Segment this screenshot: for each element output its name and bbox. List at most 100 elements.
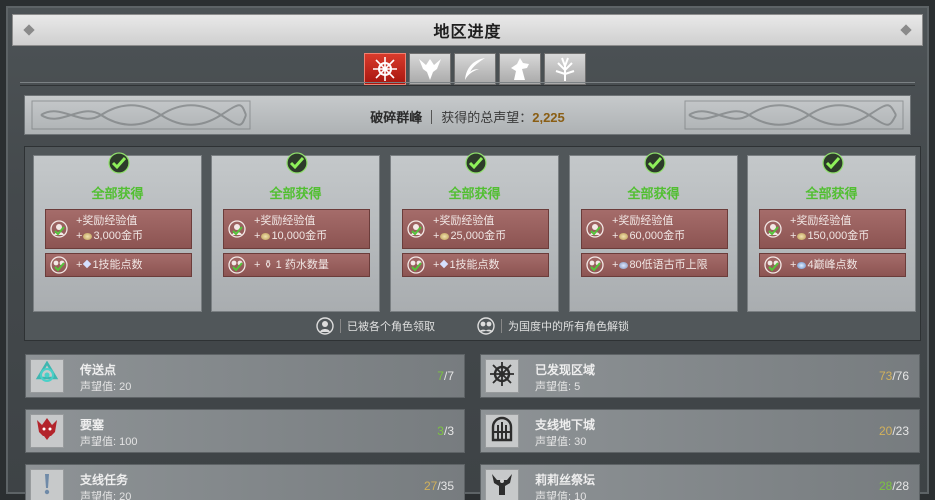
renown-label: 声望值: [80, 381, 117, 393]
progress-row[interactable]: 支线地下城 声望值: 30 20/23 [480, 409, 920, 453]
tab-scosglen[interactable] [409, 53, 451, 85]
legend-character-text: 已被各个角色领取 [347, 321, 435, 333]
gold-reward: +10,000金币 [254, 230, 328, 242]
progress-count: 73/76 [879, 369, 909, 383]
progress-current: 73 [878, 369, 893, 383]
tier-status: 全部获得 [91, 186, 144, 201]
progress-row[interactable]: 支线任务 声望值: 20 27/35 [25, 464, 465, 500]
tier-status: 全部获得 [627, 186, 680, 201]
progress-title: 支线任务 [80, 473, 129, 487]
progress-max: /3 [443, 424, 454, 438]
divider-ornament [20, 82, 915, 86]
progress-row[interactable]: 已发现区域声望值: 5 73/76 [480, 354, 920, 398]
title-ornament-right [900, 24, 912, 36]
window-titlebar: 地区进度 [12, 14, 923, 46]
reward-tier-card: 全部获得 +奖励经验值 +60,000金币 +80低语古币上限 [569, 152, 738, 312]
reward-tier-card: 全部获得 +奖励经验值 +10,000金币 + ⚱ 1 药水数量 [211, 152, 380, 312]
renown-value: 5 [574, 381, 581, 393]
progress-title: 莉莉丝祭坛 [535, 473, 596, 487]
reward-tier-card: 全部获得 +奖励经验值 +25,000金币 +1技能点数 [390, 152, 559, 312]
gold-reward-text: 25,000金币 [450, 230, 507, 242]
realm-unlock-icon [50, 256, 68, 274]
progress-max: /23 [892, 424, 909, 438]
legend-separator [340, 319, 341, 333]
title-ornament-left [23, 24, 35, 36]
tier-status: 全部获得 [269, 186, 322, 201]
progress-current: 20 [878, 424, 893, 438]
realm-reward-text: 1 药水数量 [275, 259, 329, 271]
gold-coin-icon [261, 233, 271, 240]
progress-renown: 声望值: 20 [80, 488, 131, 500]
dragon-head-icon [419, 59, 441, 80]
character-claim-icon [316, 317, 334, 335]
tab-hawezar[interactable] [544, 53, 586, 85]
progress-title: 要塞 [80, 418, 105, 432]
xp-reward: +奖励经验值 [612, 215, 674, 227]
legend-separator [501, 319, 502, 333]
character-claim-icon [50, 220, 68, 238]
character-claim-icon [407, 220, 425, 238]
progress-renown: 声望值: 10 [535, 488, 586, 500]
tree-icon [555, 57, 575, 81]
horse-icon [511, 58, 529, 80]
progress-row[interactable]: 莉莉丝祭坛 声望值: 10 28/28 [480, 464, 920, 500]
checkmark-icon [108, 152, 130, 174]
progress-title: 传送点 [80, 363, 117, 377]
realm-reward-box: +1技能点数 [45, 253, 192, 277]
progress-max: /76 [892, 369, 909, 383]
progress-renown: 声望值: 20 [80, 378, 131, 394]
progress-current: 28 [878, 479, 893, 493]
realm-unlock-icon [586, 256, 604, 274]
progress-icon-frame [30, 359, 64, 393]
gold-reward: +150,000金币 [790, 230, 870, 242]
realm-reward-box: +80低语古币上限 [581, 253, 728, 277]
checkmark-icon [644, 152, 666, 174]
progress-count: 20/23 [879, 424, 909, 438]
waypoint-icon [34, 360, 60, 392]
progress-count: 3/3 [437, 424, 454, 438]
renown-label: 声望值: [80, 491, 117, 500]
renown-value: 20 [119, 381, 132, 393]
feather-icon [465, 58, 485, 80]
compass-icon [489, 361, 515, 392]
tab-fractured-peaks[interactable] [364, 53, 406, 85]
reward-tier-card: 全部获得 +奖励经验值 +3,000金币 +1技能点数 [33, 152, 202, 312]
legend-realm: 为国度中的所有角色解锁 [477, 315, 629, 337]
gold-reward-text: 60,000金币 [629, 230, 686, 242]
tab-kehjistan[interactable] [499, 53, 541, 85]
paragon-icon [797, 262, 807, 269]
progress-icon-frame [485, 359, 519, 393]
xp-reward: +奖励经验值 [433, 215, 495, 227]
checkmark-icon [286, 152, 308, 174]
character-claim-icon [586, 220, 604, 238]
progress-max: /28 [892, 479, 909, 493]
progress-title: 支线地下城 [535, 418, 596, 432]
tab-dry-steppes[interactable] [454, 53, 496, 85]
window-title: 地区进度 [433, 24, 502, 41]
realm-reward-text: 1技能点数 [449, 259, 500, 271]
progress-row[interactable]: 要塞 声望值: 100 3/3 [25, 409, 465, 453]
progress-row[interactable]: 传送点 声望值: 20 7/7 [25, 354, 465, 398]
region-header: 破碎群峰 获得的总声望：2,225 [24, 95, 911, 135]
xp-reward: +奖励经验值 [254, 215, 316, 227]
legend-realm-text: 为国度中的所有角色解锁 [508, 321, 629, 333]
renown-value: 30 [574, 436, 587, 448]
progress-renown: 声望值: 30 [535, 433, 586, 449]
realm-reward-text: 1技能点数 [92, 259, 143, 271]
renown-label: 声望值: [535, 381, 572, 393]
renown-value: 100 [119, 436, 138, 448]
progress-count: 28/28 [879, 479, 909, 493]
skill-point-icon [83, 259, 92, 269]
renown-label: 声望值: [535, 491, 572, 500]
character-claim-icon [228, 220, 246, 238]
gold-reward: +3,000金币 [76, 230, 143, 242]
gold-coin-icon [440, 233, 450, 240]
obol-icon [619, 262, 629, 269]
progress-current: 27 [423, 479, 438, 493]
gold-coin-icon [619, 233, 629, 240]
reward-tiers-panel: 全部获得 +奖励经验值 +3,000金币 +1技能点数 全部获得 +奖励经验值 +10,00… [24, 146, 921, 341]
gold-reward-text: 3,000金币 [93, 230, 143, 242]
gold-reward: +60,000金币 [612, 230, 686, 242]
progress-title: 已发现区域 [535, 363, 596, 377]
region-name: 破碎群峰 [370, 110, 423, 125]
